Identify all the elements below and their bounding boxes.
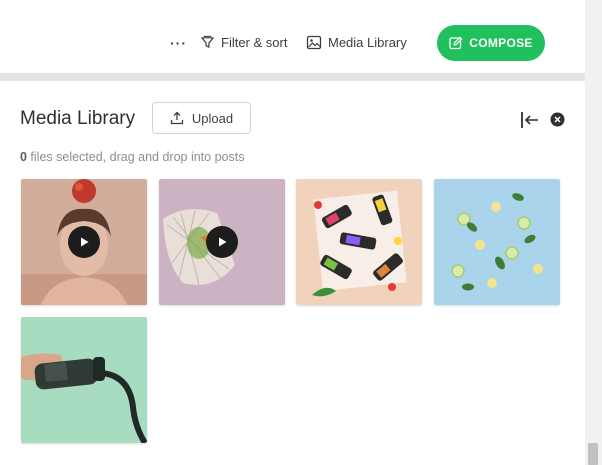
- selected-count: 0: [20, 150, 27, 164]
- media-item-image-3[interactable]: [296, 179, 422, 305]
- close-icon[interactable]: [550, 112, 565, 127]
- play-button[interactable]: [68, 226, 100, 258]
- thumbnail-lime-slices: [434, 179, 560, 305]
- upload-icon: [170, 111, 184, 125]
- thumbnail-juice-bottles: [296, 179, 422, 305]
- more-icon: ···: [170, 35, 187, 51]
- top-toolbar: ··· Filter & sort Media Library COMPOSE: [0, 0, 585, 73]
- collapse-panel-icon[interactable]: [520, 111, 540, 129]
- media-library-button[interactable]: Media Library: [306, 35, 407, 50]
- selection-status: 0 files selected, drag and drop into pos…: [20, 150, 244, 164]
- compose-button[interactable]: COMPOSE: [437, 25, 545, 61]
- scrollbar-track[interactable]: [585, 0, 602, 465]
- media-library-page: ··· Filter & sort Media Library COMPOSE: [0, 0, 602, 465]
- scrollbar-thumb[interactable]: [588, 443, 598, 465]
- play-icon: [81, 237, 89, 247]
- filter-sort-button[interactable]: Filter & sort: [200, 35, 287, 50]
- divider: [0, 73, 585, 81]
- panel-title: Media Library: [20, 108, 136, 129]
- media-item-image-4[interactable]: [434, 179, 560, 305]
- filter-icon: [201, 35, 214, 48]
- play-icon: [219, 237, 227, 247]
- media-item-video-2[interactable]: [159, 179, 285, 305]
- image-icon: [306, 35, 322, 50]
- media-library-label: Media Library: [328, 35, 407, 50]
- status-text: files selected, drag and drop into posts: [26, 150, 245, 164]
- upload-label: Upload: [191, 110, 234, 126]
- compose-label: COMPOSE: [469, 36, 533, 50]
- filter-sort-label: Filter & sort: [221, 35, 288, 50]
- media-item-image-5[interactable]: [21, 317, 147, 443]
- upload-button[interactable]: Upload: [152, 102, 251, 134]
- more-options-button[interactable]: ···: [170, 35, 187, 51]
- compose-icon: [449, 36, 463, 50]
- media-item-video-1[interactable]: [21, 179, 147, 305]
- play-button[interactable]: [206, 226, 238, 258]
- thumbnail-hand-bottle: [21, 317, 147, 443]
